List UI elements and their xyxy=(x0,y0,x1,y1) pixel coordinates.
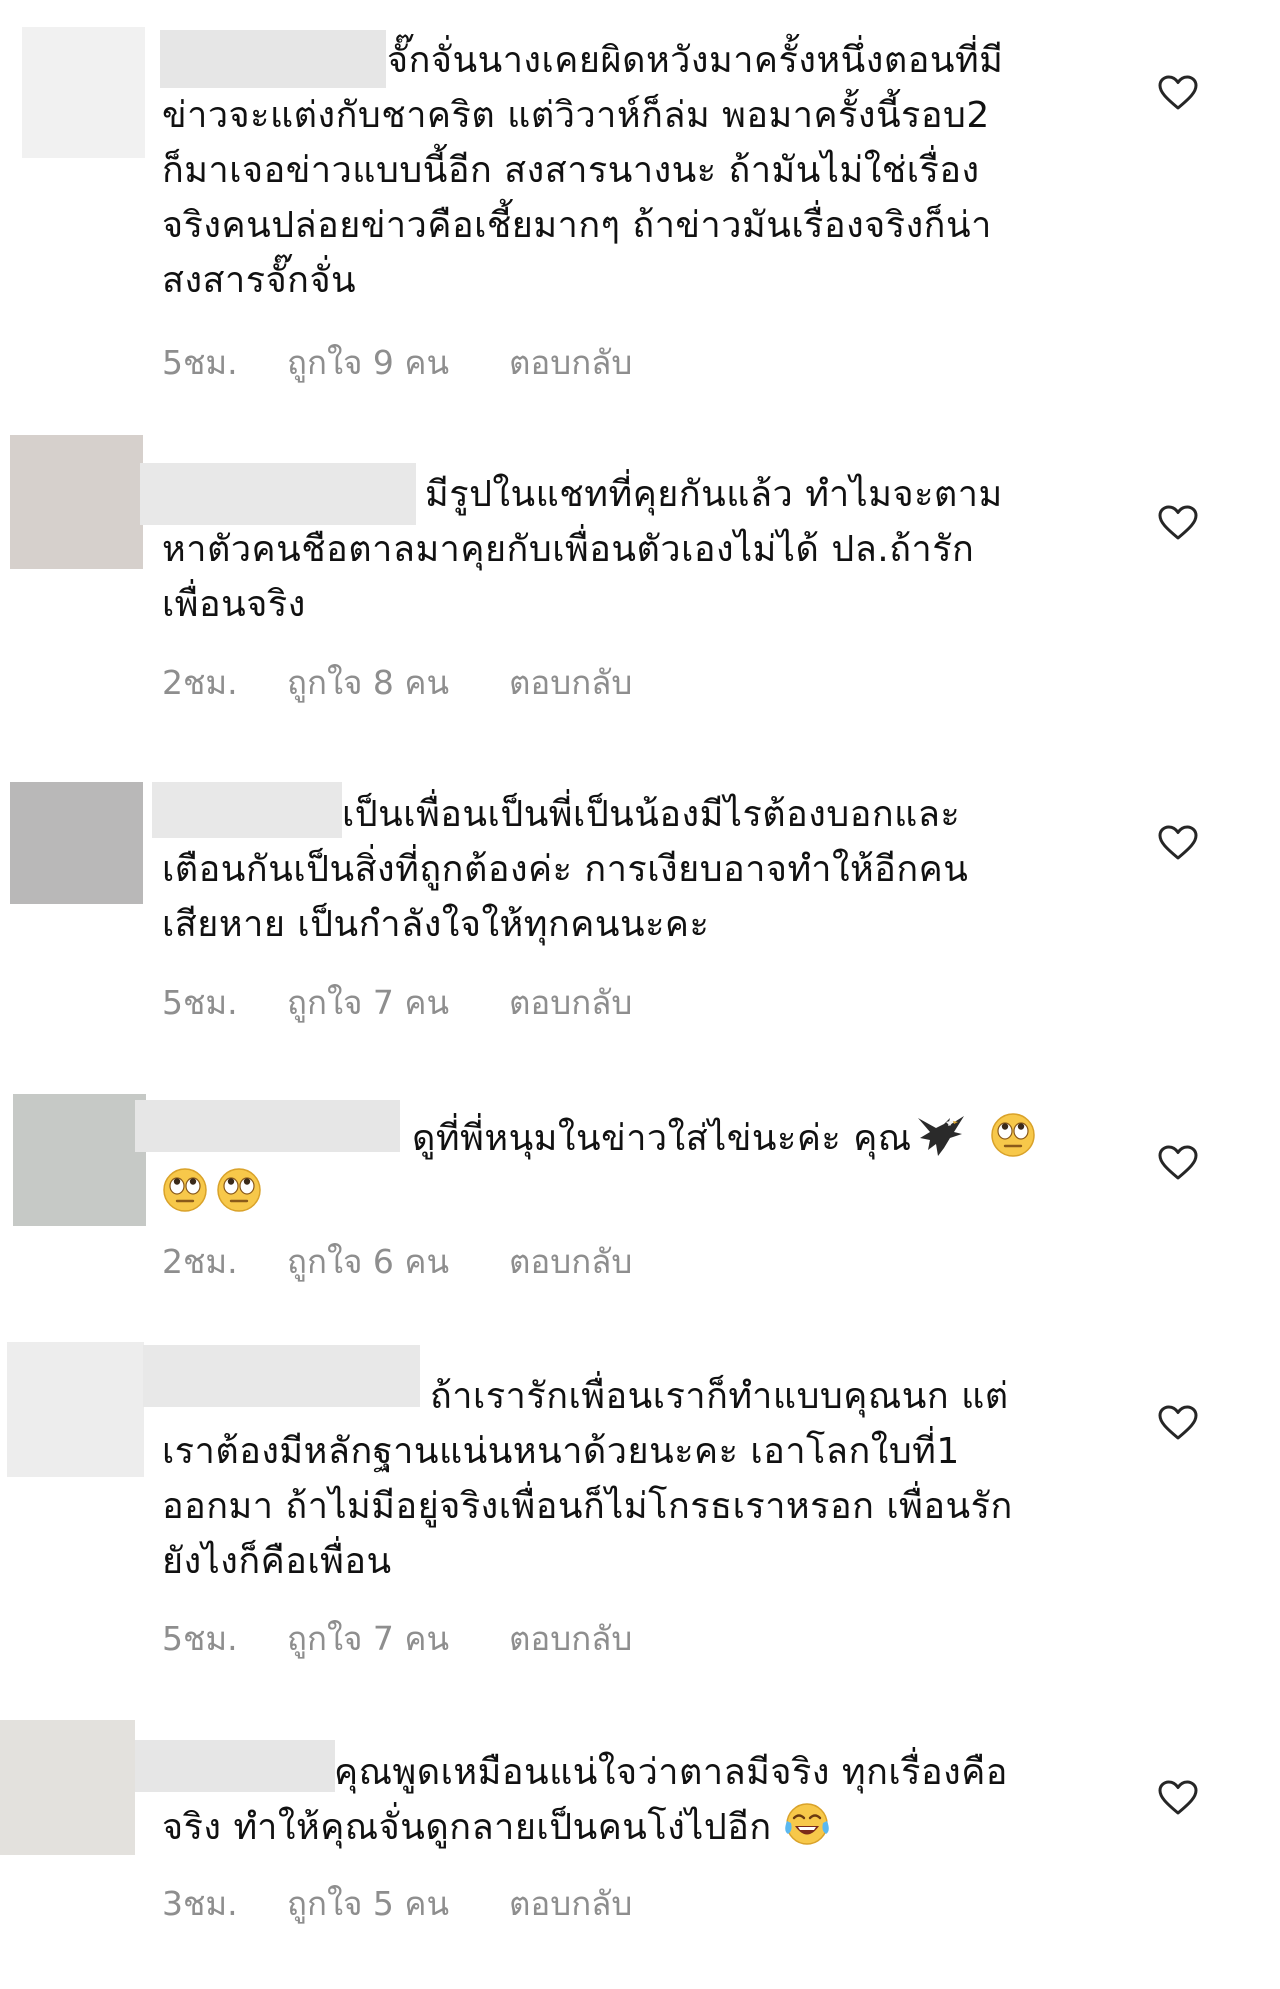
comment-line: สงสารจั๊กจั่น xyxy=(162,260,357,301)
timestamp: 2ชม. xyxy=(162,1242,238,1281)
timestamp: 5ชม. xyxy=(162,1619,238,1658)
comment-item: จั๊กจั่นนางเคยผิดหวังมาครั้งหนึ่งตอนที่ม… xyxy=(0,0,1280,400)
face-with-rolling-eyes-icon xyxy=(162,1167,208,1213)
comment-text: ดูที่พี่หนุมในข่าวใส่ไข่นะค่ะ คุณ xyxy=(162,1111,1102,1221)
like-count[interactable]: ถูกใจ 7 คน xyxy=(287,976,509,1029)
comment-line: ออกมา ถ้าไม่มีอยู่จริงเพื่อนก็ไม่โกรธเรา… xyxy=(162,1486,1013,1527)
comment-meta: 5ชม. ถูกใจ 7 คน ตอบกลับ xyxy=(162,1612,632,1665)
comment-line: จริง ทำให้คุณจั่นดูกลายเป็นคนโง่ไปอีก xyxy=(162,1800,1102,1855)
avatar[interactable] xyxy=(10,782,143,904)
eagle-icon xyxy=(914,1112,968,1158)
heart-outline-icon[interactable] xyxy=(1158,1145,1198,1181)
comment-line-text: จริง ทำให้คุณจั่นดูกลายเป็นคนโง่ไปอีก xyxy=(162,1807,772,1848)
reply-button[interactable]: ตอบกลับ xyxy=(509,336,632,389)
comment-meta: 3ชม. ถูกใจ 5 คน ตอบกลับ xyxy=(162,1877,632,1930)
comment-line: มีรูปในแชทที่คุยกันแล้ว ทำไมจะตาม xyxy=(425,474,1003,515)
heart-outline-icon[interactable] xyxy=(1158,1780,1198,1816)
comment-line: ถ้าเรารักเพื่อนเราก็ทำแบบคุณนก แต่ xyxy=(430,1376,1009,1417)
reply-button[interactable]: ตอบกลับ xyxy=(509,1612,632,1665)
comment-line: หาตัวคนชือตาลมาคุยกับเพื่อนตัวเองไม่ได้ … xyxy=(162,529,975,570)
comment-line: ดูที่พี่หนุมในข่าวใส่ไข่นะค่ะ คุณ xyxy=(162,1111,1102,1166)
comment-line: ข่าวจะแต่งกับชาคริต แต่วิวาห์ก็ล่ม พอมาค… xyxy=(162,95,990,136)
comment-meta: 5ชม. ถูกใจ 9 คน ตอบกลับ xyxy=(162,336,632,389)
comment-meta: 2ชม. ถูกใจ 8 คน ตอบกลับ xyxy=(162,656,632,709)
like-count[interactable]: ถูกใจ 9 คน xyxy=(287,336,509,389)
emoji-row xyxy=(158,1166,1102,1221)
heart-outline-icon[interactable] xyxy=(1158,75,1198,111)
like-count[interactable]: ถูกใจ 6 คน xyxy=(287,1235,509,1288)
comment-meta: 5ชม. ถูกใจ 7 คน ตอบกลับ xyxy=(162,976,632,1029)
comment-text: เป็นเพื่อนเป็นพี่เป็นน้องมีไรต้องบอกและ … xyxy=(162,787,1102,952)
timestamp: 3ชม. xyxy=(162,1884,238,1923)
face-with-rolling-eyes-icon xyxy=(990,1112,1036,1158)
comment-meta: 2ชม. ถูกใจ 6 คน ตอบกลับ xyxy=(162,1235,632,1288)
reply-button[interactable]: ตอบกลับ xyxy=(509,976,632,1029)
avatar[interactable] xyxy=(7,1342,144,1477)
comment-line: จริงคนปล่อยข่าวคือเชี้ยมากๆ ถ้าข่าวมันเร… xyxy=(162,205,992,246)
heart-outline-icon[interactable] xyxy=(1158,825,1198,861)
comment-line: เพื่อนจริง xyxy=(162,584,306,625)
timestamp: 5ชม. xyxy=(162,983,238,1022)
heart-outline-icon[interactable] xyxy=(1158,505,1198,541)
like-count[interactable]: ถูกใจ 7 คน xyxy=(287,1612,509,1665)
face-with-tears-of-joy-icon xyxy=(784,1801,830,1847)
like-count[interactable]: ถูกใจ 5 คน xyxy=(287,1877,509,1930)
timestamp: 5ชม. xyxy=(162,343,238,382)
comment-line-text: ดูที่พี่หนุมในข่าวใส่ไข่นะค่ะ คุณ xyxy=(412,1118,912,1159)
comment-line: คุณพูดเหมือนแน่ใจว่าตาลมีจริง ทุกเรื่องค… xyxy=(334,1752,1008,1793)
face-with-rolling-eyes-icon xyxy=(216,1167,262,1213)
comment-line: จั๊กจั่นนางเคยผิดหวังมาครั้งหนึ่งตอนที่ม… xyxy=(387,40,1004,81)
heart-outline-icon[interactable] xyxy=(1158,1405,1198,1441)
comment-line: เป็นเพื่อนเป็นพี่เป็นน้องมีไรต้องบอกและ xyxy=(342,794,961,835)
reply-button[interactable]: ตอบกลับ xyxy=(509,1235,632,1288)
reply-button[interactable]: ตอบกลับ xyxy=(509,656,632,709)
comment-line: เตือนกันเป็นสิ่งที่ถูกต้องค่ะ การเงียบอา… xyxy=(162,849,969,890)
comment-line: เสียหาย เป็นกำลังใจให้ทุกคนนะคะ xyxy=(162,904,710,945)
avatar[interactable] xyxy=(0,1720,135,1855)
avatar[interactable] xyxy=(13,1094,146,1226)
comment-text: คุณพูดเหมือนแน่ใจว่าตาลมีจริง ทุกเรื่องค… xyxy=(162,1745,1102,1855)
avatar[interactable] xyxy=(22,27,145,158)
timestamp: 2ชม. xyxy=(162,663,238,702)
comment-text: ถ้าเรารักเพื่อนเราก็ทำแบบคุณนก แต่ เราต้… xyxy=(162,1369,1102,1589)
reply-button[interactable]: ตอบกลับ xyxy=(509,1877,632,1930)
comment-line: เราต้องมีหลักฐานแน่นหนาด้วยนะคะ เอาโลกใบ… xyxy=(162,1431,960,1472)
avatar[interactable] xyxy=(10,435,143,569)
like-count[interactable]: ถูกใจ 8 คน xyxy=(287,656,509,709)
comment-line: ยังไงก็คือเพื่อน xyxy=(162,1541,392,1582)
comment-line: ก็มาเจอข่าวแบบนี้อีก สงสารนางนะ ถ้ามันไม… xyxy=(162,150,980,191)
comment-text: จั๊กจั่นนางเคยผิดหวังมาครั้งหนึ่งตอนที่ม… xyxy=(162,33,1102,308)
comment-text: มีรูปในแชทที่คุยกันแล้ว ทำไมจะตาม หาตัวค… xyxy=(162,467,1102,632)
